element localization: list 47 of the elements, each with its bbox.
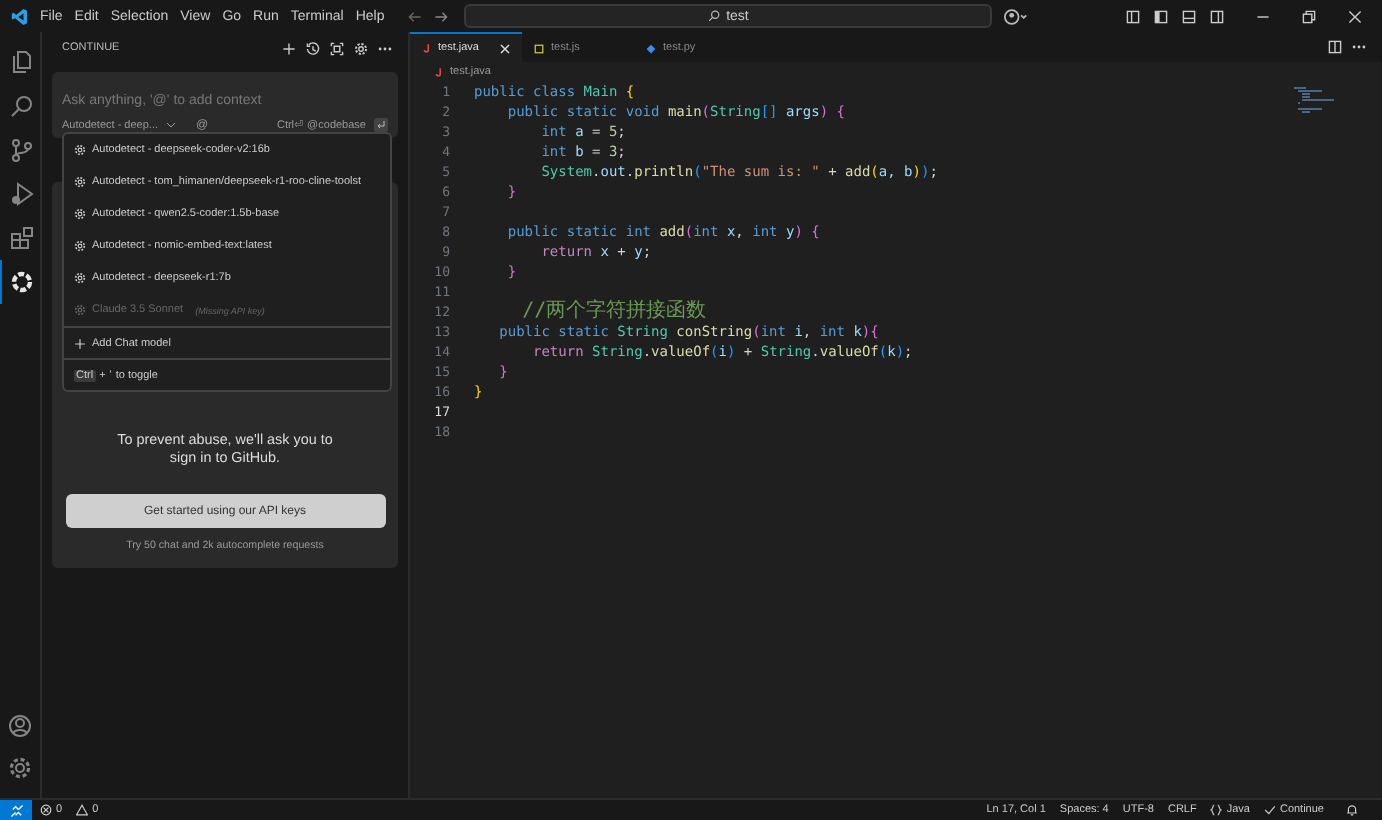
branch-icon [9,138,33,162]
forward-arrow-icon[interactable] [434,9,449,23]
account-menu-icon[interactable] [1004,7,1029,25]
expand-icon[interactable] [330,41,344,55]
split-editor-icon[interactable] [1328,40,1342,54]
more-icon[interactable] [1352,44,1366,50]
remote-button[interactable] [0,800,32,820]
js-file-icon [534,43,545,53]
search-icon [708,10,721,22]
plus-icon [74,337,86,349]
braces-icon [1210,804,1223,816]
plus-icon[interactable] [282,41,296,55]
ring-icon [9,270,33,294]
app-logo-icon [10,7,28,25]
error-icon[interactable] [40,804,52,816]
settings-icon[interactable] [8,756,32,780]
python-file-icon [646,43,657,53]
search-icon [9,94,33,118]
history-icon[interactable] [306,41,320,55]
warning-icon[interactable] [76,804,89,816]
check-icon [1263,804,1276,816]
more-icon[interactable] [378,45,392,51]
settings-icon[interactable] [354,41,368,55]
blocks-icon [9,226,33,250]
restore-icon[interactable] [1302,9,1316,23]
gear-icon [74,240,86,252]
bell-icon[interactable] [1346,804,1358,816]
play-icon [9,182,33,206]
gear-icon [74,176,86,188]
close-icon[interactable] [500,43,511,53]
gear-icon [74,272,86,284]
secondary-sidebar-icon[interactable] [1210,9,1224,23]
layout-icon[interactable] [1126,9,1140,23]
gear-icon [74,144,86,156]
sidebar-toggle-icon[interactable] [1154,9,1168,23]
gear-icon [74,304,86,316]
gear-icon [74,208,86,220]
account-icon[interactable] [8,714,32,738]
chevron-down-icon[interactable] [166,122,177,128]
back-arrow-icon[interactable] [408,9,423,23]
minimap-drawing [1294,86,1334,114]
files-icon [9,50,33,74]
code-line: //两个字符拼接函数 [520,302,707,322]
send-button[interactable] [374,118,388,132]
close-icon[interactable] [1348,9,1362,23]
remote-icon [9,803,23,817]
panel-toggle-icon[interactable] [1182,9,1196,23]
